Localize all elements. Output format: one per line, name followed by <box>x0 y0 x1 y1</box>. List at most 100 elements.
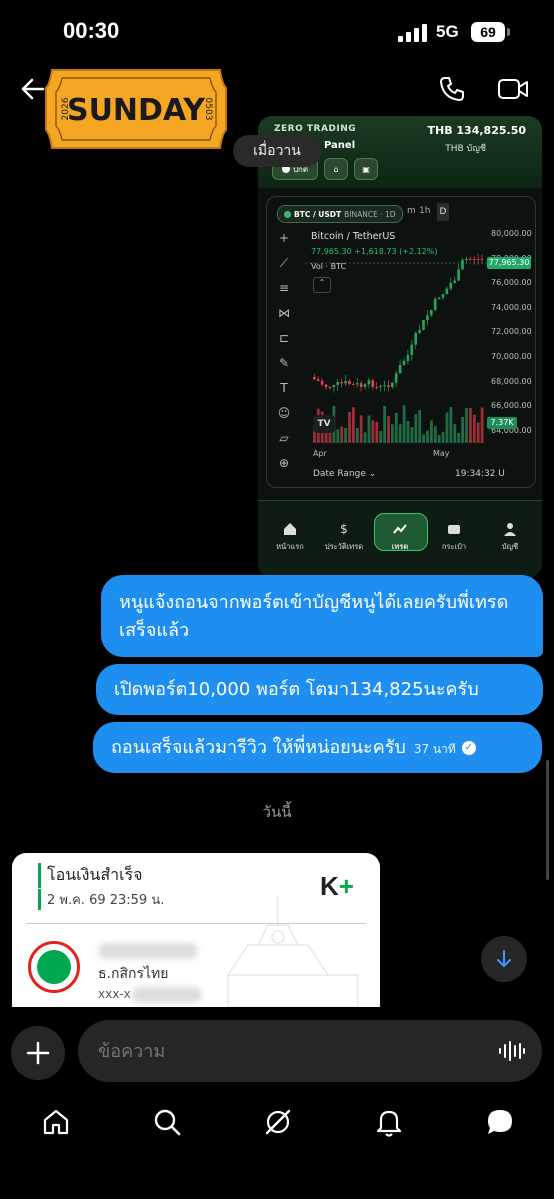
message-time: 37 นาที <box>413 742 456 756</box>
candle-body <box>313 377 316 380</box>
message-bubble[interactable]: เปิดพอร์ต10,000 พอร์ต โตมา134,825นะครับ <box>96 664 543 715</box>
date-range-selector: Date Range ⌄ <box>313 469 377 479</box>
candle-body <box>398 364 402 374</box>
candle-body <box>422 319 425 330</box>
message-text: เปิดพอร์ต10,000 พอร์ต โตมา134,825นะครับ <box>114 679 479 700</box>
candle-body <box>433 298 437 311</box>
scrollbar[interactable] <box>546 760 549 880</box>
volume-bar <box>387 415 390 443</box>
battery-tip <box>507 28 510 36</box>
timeframe-1h: 1h <box>419 206 431 216</box>
last-price-tag: 77,965.30 <box>487 257 531 269</box>
volume-bar <box>449 407 453 443</box>
candle-body <box>328 387 332 388</box>
candle-body <box>414 332 417 345</box>
volume-bar <box>422 434 425 443</box>
candle-body <box>375 387 378 388</box>
message-text: หนูแจ้งถอนจากพอร์ตเข้าบัญชีหนูได้เลยครับ… <box>119 592 509 641</box>
chart-icon <box>393 524 407 534</box>
message-composer[interactable] <box>78 1020 542 1082</box>
app-tab-wallet: กระเป๋า <box>428 521 480 553</box>
phone-icon[interactable] <box>437 74 467 104</box>
candle-body <box>445 288 449 295</box>
receipt-account: xxx-x <box>98 987 131 1001</box>
emoji-icon: ☺ <box>277 406 291 420</box>
message-bubble[interactable]: ถอนเสร็จแล้วมารีวิว ให้พี่หน่อยนะครับ 37 … <box>93 722 542 773</box>
crosshair-icon: + <box>278 231 290 245</box>
candle-body <box>359 383 363 387</box>
price-axis-label: 70,000.00 <box>491 352 532 361</box>
candle-body <box>340 381 343 384</box>
trendline-icon: ⟋ <box>279 256 289 270</box>
search-icon[interactable] <box>151 1106 183 1138</box>
explore-icon[interactable] <box>262 1106 294 1138</box>
chart-panel: BTC / USDT BINANCE · 1D m 1h D + ⟋ ≡ ⋈ ⊏… <box>266 196 542 569</box>
candlestick-chart <box>305 253 487 443</box>
volume-bar <box>363 432 367 443</box>
app-tab-trade: เทรด <box>374 521 426 553</box>
candle-body <box>348 381 351 385</box>
candle-body <box>332 384 336 387</box>
volume-bar <box>476 422 480 443</box>
volume-bar <box>355 427 359 443</box>
receipt-divider <box>26 923 366 924</box>
notifications-icon[interactable] <box>373 1106 405 1138</box>
candle-body <box>469 259 472 260</box>
lines-icon: ≡ <box>278 281 290 295</box>
volume-bar <box>469 408 472 443</box>
app-tab-history: $ ประวัติเทรด <box>318 521 370 553</box>
app-tab-label: กระเป๋า <box>441 542 467 551</box>
volume-bar <box>336 429 340 443</box>
candle-body <box>379 386 382 388</box>
scroll-down-button[interactable] <box>481 936 527 982</box>
price-axis-label: 72,000.00 <box>491 327 532 337</box>
messages-icon[interactable] <box>484 1106 516 1138</box>
ruler-icon: ▱ <box>279 431 289 445</box>
x-label-apr: Apr <box>313 449 327 458</box>
message-text: ถอนเสร็จแล้วมารีวิว ให้พี่หน่อยนะครับ <box>111 737 406 758</box>
fib-icon: ⊏ <box>278 331 290 345</box>
candle-body <box>320 380 324 385</box>
timeframe-m: m <box>407 206 416 216</box>
candle-body <box>394 373 398 383</box>
battery-icon: 69 <box>471 22 505 42</box>
candle-body <box>426 315 429 320</box>
candle-body <box>457 269 460 281</box>
voice-waveform-icon[interactable] <box>498 1040 526 1062</box>
volume-bar <box>418 410 422 443</box>
image-attachment[interactable]: ZERO TRADING Panel THB 134,825.50 THB บั… <box>258 116 542 578</box>
candle-body <box>363 384 367 387</box>
volume-bar <box>379 431 383 443</box>
message-input[interactable] <box>78 1020 518 1082</box>
candle-body <box>344 381 347 384</box>
price-axis-label: 74,000.00 <box>491 302 532 312</box>
candle-body <box>324 384 328 387</box>
drawing-toolbar: + ⟋ ≡ ⋈ ⊏ ✎ T ☺ ▱ ⊕ <box>275 229 297 479</box>
volume-bar <box>375 421 379 443</box>
app-tab-account: บัญชี <box>484 521 536 553</box>
network-type: 5G <box>436 22 459 41</box>
date-chip-yesterday: เมื่อวาน <box>233 135 321 167</box>
receipt-image[interactable]: โอนเงินสำเร็จ 2 พ.ค. 69 23:59 น. K+ ธ.กส… <box>12 853 380 1007</box>
candle-body <box>410 344 414 356</box>
volume-bar <box>391 424 394 443</box>
attach-plus-button[interactable] <box>11 1026 65 1080</box>
receipt-bank: ธ.กสิกรไทย <box>98 966 169 982</box>
volume-bar <box>394 412 398 443</box>
volume-bar <box>457 432 461 443</box>
redacted-name <box>98 943 198 959</box>
video-icon[interactable] <box>497 75 529 103</box>
sticker-date: 0503 <box>203 98 213 121</box>
candle-body <box>453 280 456 283</box>
volume-bar <box>414 414 418 443</box>
user-icon <box>504 523 516 536</box>
candle-body <box>406 355 410 361</box>
price-axis-label: 80,000.00 <box>491 229 532 238</box>
volume-bar <box>445 412 449 443</box>
home-icon[interactable] <box>40 1106 72 1138</box>
volume-bar <box>453 424 457 443</box>
volume-bar <box>367 415 371 443</box>
receipt-date: 2 พ.ค. 69 23:59 น. <box>38 889 164 910</box>
message-bubble[interactable]: หนูแจ้งถอนจากพอร์ตเข้าบัญชีหนูได้เลยครับ… <box>101 575 543 657</box>
app-tabbar: หน้าแรก $ ประวัติเทรด เทรด กระเป๋า บัญชี <box>258 500 542 578</box>
